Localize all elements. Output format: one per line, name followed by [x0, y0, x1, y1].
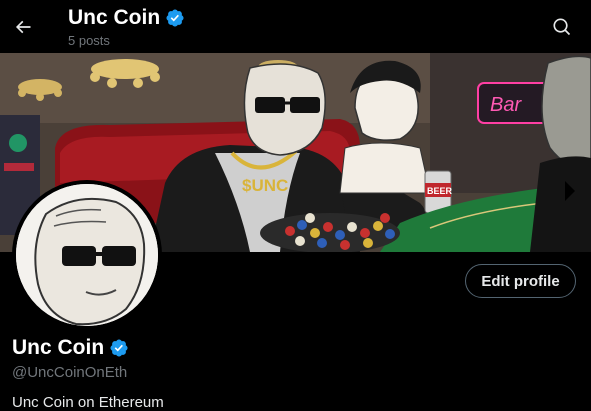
profile-name-text: Unc Coin — [12, 336, 105, 359]
back-button[interactable] — [6, 10, 40, 44]
chain-pendant-text: $UNC — [242, 176, 288, 195]
poker-chips — [260, 213, 400, 252]
header-title: Unc Coin — [68, 6, 185, 30]
header-title-group: Unc Coin 5 posts — [68, 6, 185, 48]
verified-badge-icon — [166, 9, 184, 27]
profile-avatar[interactable] — [12, 180, 162, 330]
neon-sign-text: Bar — [490, 94, 522, 116]
profile-bio: Unc Coin on Ethereum — [12, 394, 164, 411]
verified-badge-icon[interactable] — [109, 338, 129, 358]
post-count: 5 posts — [68, 33, 110, 48]
profile-name: Unc Coin — [12, 336, 129, 360]
profile-handle: @UncCoinOnEth — [12, 364, 128, 381]
search-button[interactable] — [547, 12, 577, 42]
search-icon — [553, 18, 571, 36]
beer-can-text: BEER — [427, 186, 453, 196]
edit-profile-button[interactable]: Edit profile — [465, 264, 576, 298]
avatar-illustration — [16, 184, 158, 326]
top-header: Unc Coin 5 posts — [0, 0, 591, 53]
header-title-text: Unc Coin — [68, 6, 161, 29]
arrow-left-icon — [15, 20, 31, 34]
profile-page: Unc Coin 5 posts Bar $UNC BEER Edit prof… — [0, 0, 591, 411]
